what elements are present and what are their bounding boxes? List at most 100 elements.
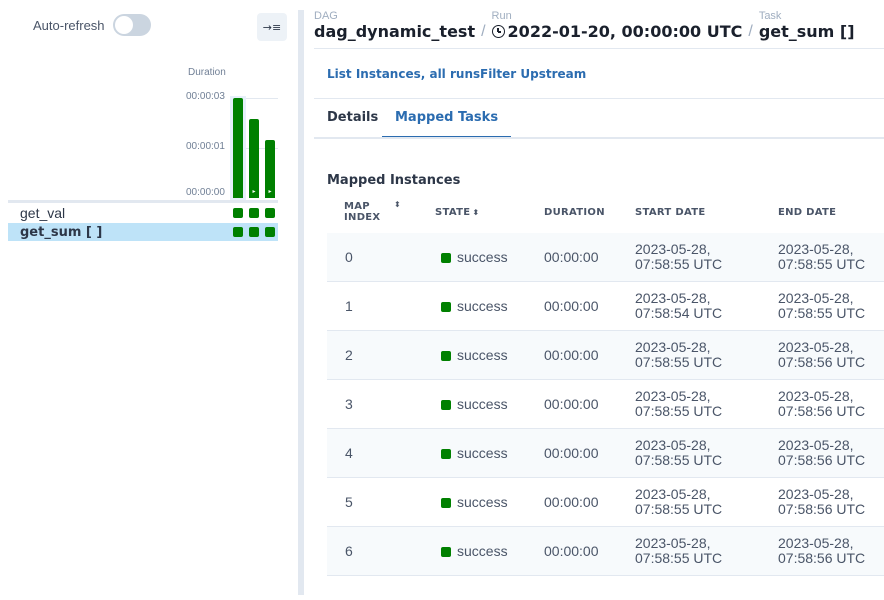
duration-cell: 00:00:00: [544, 445, 599, 461]
success-status-icon: [441, 399, 451, 410]
breadcrumb-separator: /: [481, 23, 486, 40]
end-date-line1: 2023-05-28,: [778, 241, 854, 257]
start-date-line1: 2023-05-28,: [635, 535, 711, 551]
start-date-line2: 07:58:55 UTC: [635, 354, 723, 370]
task-instance-square[interactable]: [233, 208, 243, 218]
breadcrumb-run-row: 2022-01-20, 00:00:00 UTC: [491, 22, 743, 41]
end-date-line2: 07:58:56 UTC: [778, 452, 866, 468]
map-index-cell: 3: [345, 396, 353, 412]
end-date-cell: 2023-05-28, 07:58:55 UTC: [778, 242, 884, 272]
duration-bar[interactable]: ▸: [249, 119, 259, 198]
duration-cell: 00:00:00: [544, 543, 599, 559]
column-header-start-date[interactable]: START DATE: [635, 207, 705, 218]
start-date-line1: 2023-05-28,: [635, 437, 711, 453]
table-row[interactable]: 0 success 00:00:00 2023-05-28, 07:58:55 UTC 2…: [327, 233, 884, 282]
autorefresh-label: Auto-refresh: [33, 17, 105, 33]
state-cell: success: [441, 250, 508, 265]
start-date-cell: 2023-05-28, 07:58:55 UTC: [635, 438, 755, 468]
table-row[interactable]: 3 success 00:00:00 2023-05-28, 07:58:55 UTC 2…: [327, 380, 884, 429]
task-instance-square[interactable]: [265, 227, 275, 237]
header-divider: [314, 48, 884, 49]
breadcrumb-separator: /: [748, 23, 753, 40]
start-date-cell: 2023-05-28, 07:58:55 UTC: [635, 389, 755, 419]
end-date-line2: 07:58:55 UTC: [778, 256, 866, 272]
end-date-cell: 2023-05-28, 07:58:56 UTC: [778, 536, 884, 566]
table-row[interactable]: 4 success 00:00:00 2023-05-28, 07:58:55 UTC 2…: [327, 429, 884, 478]
collapse-icon: →≡: [262, 20, 282, 34]
success-status-icon: [441, 546, 451, 557]
map-index-cell: 1: [345, 298, 353, 314]
state-cell: success: [441, 544, 508, 559]
duration-bar[interactable]: ▸: [265, 140, 275, 198]
start-date-cell: 2023-05-28, 07:58:55 UTC: [635, 242, 755, 272]
table-row[interactable]: 6 success 00:00:00 2023-05-28, 07:58:55 UTC 2…: [327, 527, 884, 576]
duration-tick-max: 00:00:03: [186, 91, 225, 102]
autorefresh-toggle[interactable]: [112, 14, 151, 36]
success-status-icon: [441, 448, 451, 459]
duration-tick-min: 00:00:00: [186, 187, 225, 198]
task-instance-square[interactable]: [249, 227, 259, 237]
end-date-cell: 2023-05-28, 07:58:56 UTC: [778, 340, 884, 370]
state-label: success: [457, 543, 508, 559]
task-instance-square[interactable]: [233, 227, 243, 237]
state-cell: success: [441, 348, 508, 363]
state-label: success: [457, 249, 508, 265]
end-date-line1: 2023-05-28,: [778, 388, 854, 404]
start-date-cell: 2023-05-28, 07:58:54 UTC: [635, 291, 755, 321]
end-date-line1: 2023-05-28,: [778, 290, 854, 306]
start-date-line1: 2023-05-28,: [635, 290, 711, 306]
panel-resize-handle[interactable]: [298, 10, 304, 595]
start-date-cell: 2023-05-28, 07:58:55 UTC: [635, 340, 755, 370]
start-date-line2: 07:58:55 UTC: [635, 550, 723, 566]
breadcrumb-dag[interactable]: DAG dag_dynamic_test: [314, 10, 475, 41]
state-label: success: [457, 347, 508, 363]
table-row[interactable]: 5 success 00:00:00 2023-05-28, 07:58:55 UTC 2…: [327, 478, 884, 527]
end-date-line1: 2023-05-28,: [778, 535, 854, 551]
end-date-line2: 07:58:56 UTC: [778, 403, 866, 419]
autorefresh-control: Auto-refresh: [33, 14, 151, 36]
play-icon: ▸: [252, 188, 256, 195]
tab-mapped-tasks[interactable]: Mapped Tasks: [382, 110, 512, 138]
column-header-map-index[interactable]: MAP INDEX: [344, 201, 380, 223]
success-status-icon: [441, 301, 451, 312]
filter-upstream-link[interactable]: Filter Upstream: [480, 67, 586, 81]
start-date-line1: 2023-05-28,: [635, 486, 711, 502]
end-date-cell: 2023-05-28, 07:58:56 UTC: [778, 487, 884, 517]
breadcrumb-run[interactable]: Run 2022-01-20, 00:00:00 UTC: [491, 10, 743, 41]
column-header-end-date[interactable]: END DATE: [778, 207, 836, 218]
table-row[interactable]: 2 success 00:00:00 2023-05-28, 07:58:55 UTC 2…: [327, 331, 884, 380]
duration-cell: 00:00:00: [544, 347, 599, 363]
duration-cell: 00:00:00: [544, 396, 599, 412]
sort-icon[interactable]: ⬍: [394, 200, 401, 209]
breadcrumb-dag-value: dag_dynamic_test: [314, 22, 476, 41]
column-header-state[interactable]: STATE ⬍: [435, 207, 479, 218]
breadcrumb-task-value: get_sum []: [758, 22, 855, 41]
state-label: success: [457, 396, 508, 412]
task-instance-square[interactable]: [249, 208, 259, 218]
start-date-line1: 2023-05-28,: [635, 388, 711, 404]
state-cell: success: [441, 397, 508, 412]
duration-label: Duration: [188, 67, 226, 78]
duration-cell: 00:00:00: [544, 494, 599, 510]
duration-bar[interactable]: [233, 98, 243, 198]
tab-details[interactable]: Details: [314, 110, 391, 138]
end-date-line2: 07:58:56 UTC: [778, 501, 866, 517]
list-instances-link[interactable]: List Instances, all runs: [327, 67, 480, 81]
success-status-icon: [441, 252, 451, 263]
end-date-line2: 07:58:56 UTC: [778, 550, 866, 566]
task-instance-square[interactable]: [265, 208, 275, 218]
start-date-line2: 07:58:55 UTC: [635, 256, 723, 272]
duration-tick-mid: 00:00:01: [186, 141, 225, 152]
mapped-instances-title: Mapped Instances: [327, 173, 461, 188]
collapse-grid-button[interactable]: →≡: [257, 13, 287, 41]
start-date-line2: 07:58:54 UTC: [635, 305, 723, 321]
end-date-cell: 2023-05-28, 07:58:56 UTC: [778, 389, 884, 419]
column-header-duration[interactable]: DURATION: [544, 207, 605, 218]
breadcrumb-task[interactable]: Task get_sum []: [759, 10, 855, 41]
breadcrumb-run-value: 2022-01-20, 00:00:00 UTC: [507, 22, 743, 41]
actions-divider: [314, 98, 884, 99]
table-row[interactable]: 1 success 00:00:00 2023-05-28, 07:58:54 UTC 2…: [327, 282, 884, 331]
chart-separator: [8, 200, 278, 203]
start-date-line2: 07:58:55 UTC: [635, 501, 723, 517]
tabs-divider: [314, 137, 884, 139]
